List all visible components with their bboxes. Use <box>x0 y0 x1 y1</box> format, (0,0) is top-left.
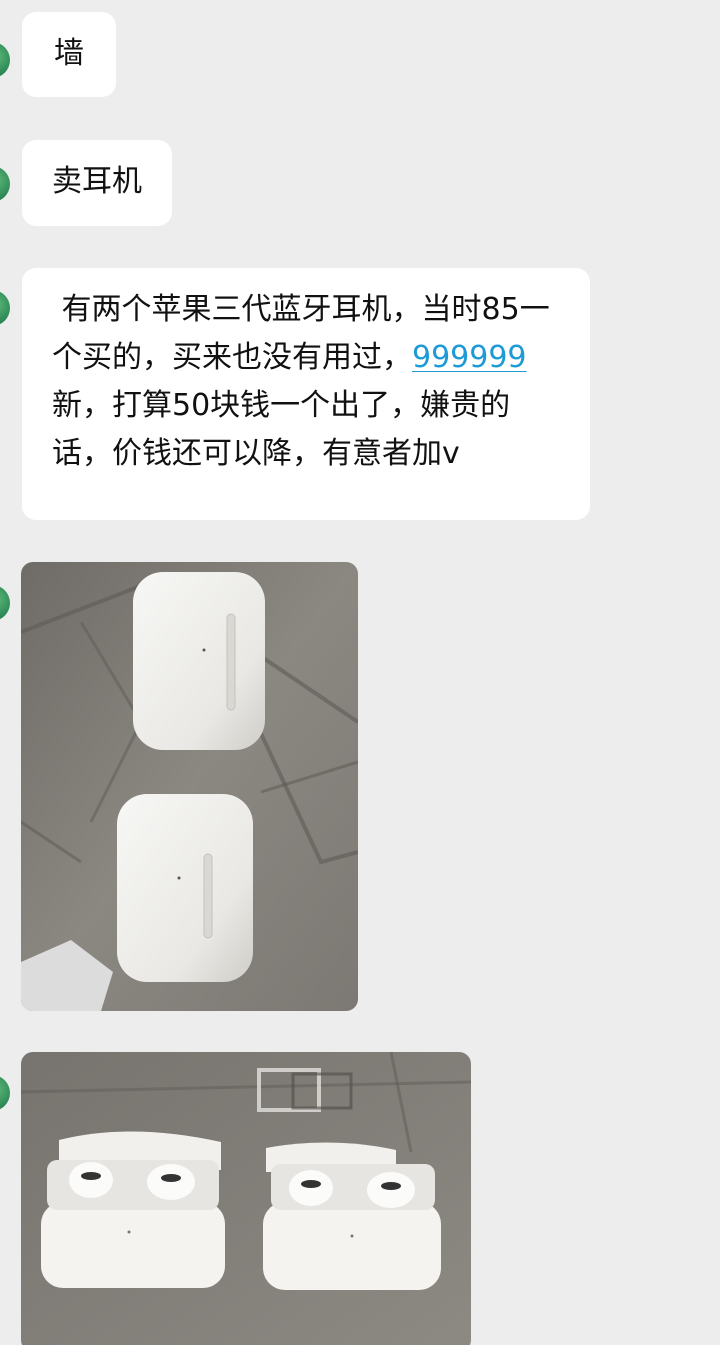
open-earbud-cases-photo <box>21 1052 471 1345</box>
earbud-cases-photo <box>21 562 358 1011</box>
message-text: 卖耳机 <box>52 164 142 199</box>
sender-avatar[interactable] <box>0 585 10 621</box>
message-image[interactable] <box>21 562 358 1011</box>
message-bubble[interactable]: 有两个苹果三代蓝牙耳机，当时85一个买的，买来也没有用过，999999新，打算5… <box>22 268 590 520</box>
message-bubble[interactable]: 墙 <box>22 12 116 97</box>
sender-avatar[interactable] <box>0 42 10 78</box>
chat-message-list[interactable]: 墙 卖耳机 有两个苹果三代蓝牙耳机，当时85一个买的，买来也没有用过，99999… <box>0 0 720 1345</box>
message-image[interactable] <box>21 1052 471 1345</box>
sender-avatar[interactable] <box>0 290 10 326</box>
message-bubble[interactable]: 卖耳机 <box>22 140 172 226</box>
message-text: 新，打算50块钱一个出了，嫌贵的话，价钱还可以降，有意者加v <box>52 388 511 471</box>
sender-avatar[interactable] <box>0 1075 10 1111</box>
message-text: 墙 <box>54 36 84 71</box>
message-link[interactable]: 999999 <box>412 340 527 375</box>
sender-avatar[interactable] <box>0 166 10 202</box>
